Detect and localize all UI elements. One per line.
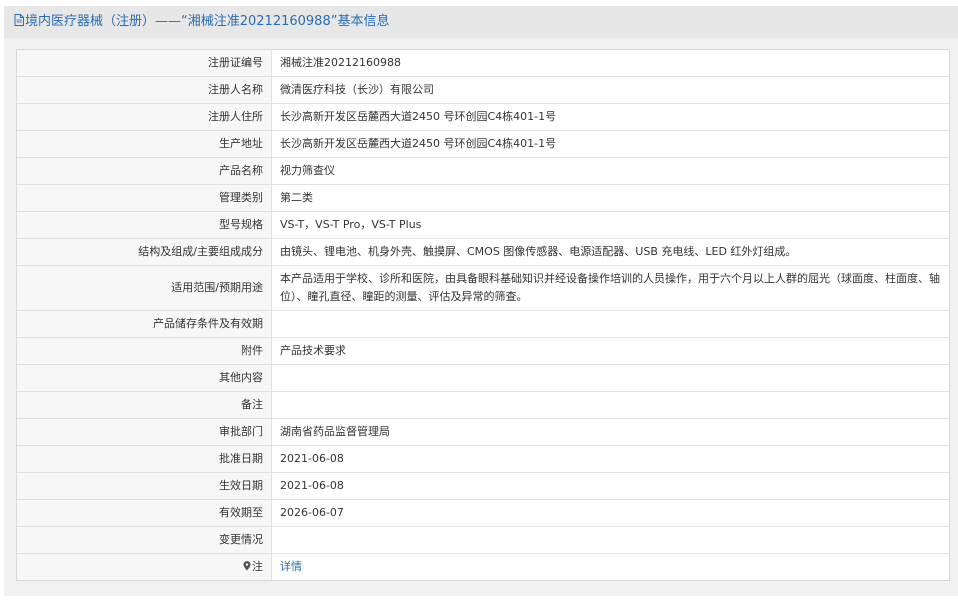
row-label: 注册人住所: [17, 103, 272, 131]
row-value: 由镜头、锂电池、机身外壳、触摸屏、CMOS 图像传感器、电源适配器、USB 充电…: [271, 238, 949, 266]
row-value: VS-T，VS-T Pro，VS-T Plus: [271, 211, 949, 239]
note-label-cell: 注: [17, 553, 272, 580]
table-row: 管理类别 第二类: [17, 184, 949, 212]
table-row: 批准日期 2021-06-08: [17, 445, 949, 473]
table-row: 变更情况: [17, 526, 949, 554]
map-pin-icon: [243, 561, 251, 571]
row-label: 生效日期: [17, 472, 272, 500]
row-label: 结构及组成/主要组成成分: [17, 238, 272, 266]
row-value: 2021-06-08: [271, 472, 949, 500]
info-table: 注册证编号 湘械注准20212160988 注册人名称 微清医疗科技（长沙）有限…: [17, 50, 949, 580]
row-label: 备注: [17, 391, 272, 419]
row-value: 湖南省药品监督管理局: [271, 418, 949, 446]
row-value: 2026-06-07: [271, 499, 949, 527]
row-label: 附件: [17, 337, 272, 365]
row-value: 第二类: [271, 184, 949, 212]
row-label: 注册证编号: [17, 50, 272, 77]
table-row: 适用范围/预期用途 本产品适用于学校、诊所和医院，由具备眼科基础知识并经设备操作…: [17, 265, 949, 311]
table-row: 其他内容: [17, 364, 949, 392]
row-value: 长沙高新开发区岳麓西大道2450 号环创园C4栋401-1号: [271, 103, 949, 131]
row-value: [271, 364, 949, 392]
row-label: 其他内容: [17, 364, 272, 392]
table-row: 产品储存条件及有效期: [17, 310, 949, 338]
table-row: 生产地址 长沙高新开发区岳麓西大道2450 号环创园C4栋401-1号: [17, 130, 949, 158]
table-row: 注册证编号 湘械注准20212160988: [17, 50, 949, 77]
row-value: [271, 310, 949, 338]
row-value: 视力筛查仪: [271, 157, 949, 185]
details-link[interactable]: 详情: [280, 560, 302, 573]
row-value: [271, 526, 949, 554]
row-value: 长沙高新开发区岳麓西大道2450 号环创园C4栋401-1号: [271, 130, 949, 158]
row-value: 湘械注准20212160988: [271, 50, 949, 77]
row-value: 产品技术要求: [271, 337, 949, 365]
info-card: 注册证编号 湘械注准20212160988 注册人名称 微清医疗科技（长沙）有限…: [16, 49, 950, 581]
table-row: 注册人名称 微清医疗科技（长沙）有限公司: [17, 76, 949, 104]
row-label: 型号规格: [17, 211, 272, 239]
note-label: 注: [252, 560, 263, 573]
row-value: 2021-06-08: [271, 445, 949, 473]
detail-panel: 境内医疗器械（注册）——“湘械注准20212160988”基本信息 注册证编号 …: [4, 6, 958, 596]
table-row: 有效期至 2026-06-07: [17, 499, 949, 527]
table-row: 生效日期 2021-06-08: [17, 472, 949, 500]
page-title: 境内医疗器械（注册）——“湘械注准20212160988”基本信息: [25, 14, 390, 29]
row-label: 管理类别: [17, 184, 272, 212]
table-row: 型号规格 VS-T，VS-T Pro，VS-T Plus: [17, 211, 949, 239]
row-label: 审批部门: [17, 418, 272, 446]
row-value: 本产品适用于学校、诊所和医院，由具备眼科基础知识并经设备操作培训的人员操作，用于…: [271, 265, 949, 311]
note-row: 注 详情: [17, 553, 950, 581]
table-row: 注册人住所 长沙高新开发区岳麓西大道2450 号环创园C4栋401-1号: [17, 103, 949, 131]
table-row: 审批部门 湖南省药品监督管理局: [17, 418, 949, 446]
row-label: 产品储存条件及有效期: [17, 310, 272, 338]
table-row: 备注: [17, 391, 949, 419]
row-value: 微清医疗科技（长沙）有限公司: [271, 76, 949, 104]
table-row: 产品名称 视力筛查仪: [17, 157, 949, 185]
row-label: 适用范围/预期用途: [17, 265, 272, 311]
table-row: 附件 产品技术要求: [17, 337, 949, 365]
row-value: [271, 391, 949, 419]
document-icon: [14, 14, 24, 26]
row-label: 产品名称: [17, 157, 272, 185]
table-row: 结构及组成/主要组成成分 由镜头、锂电池、机身外壳、触摸屏、CMOS 图像传感器…: [17, 238, 949, 266]
row-label: 有效期至: [17, 499, 272, 527]
row-label: 注册人名称: [17, 76, 272, 104]
panel-header: 境内医疗器械（注册）——“湘械注准20212160988”基本信息: [4, 6, 958, 38]
row-label: 批准日期: [17, 445, 272, 473]
row-label: 生产地址: [17, 130, 272, 158]
row-label: 变更情况: [17, 526, 272, 554]
note-value-cell: 详情: [272, 554, 950, 581]
